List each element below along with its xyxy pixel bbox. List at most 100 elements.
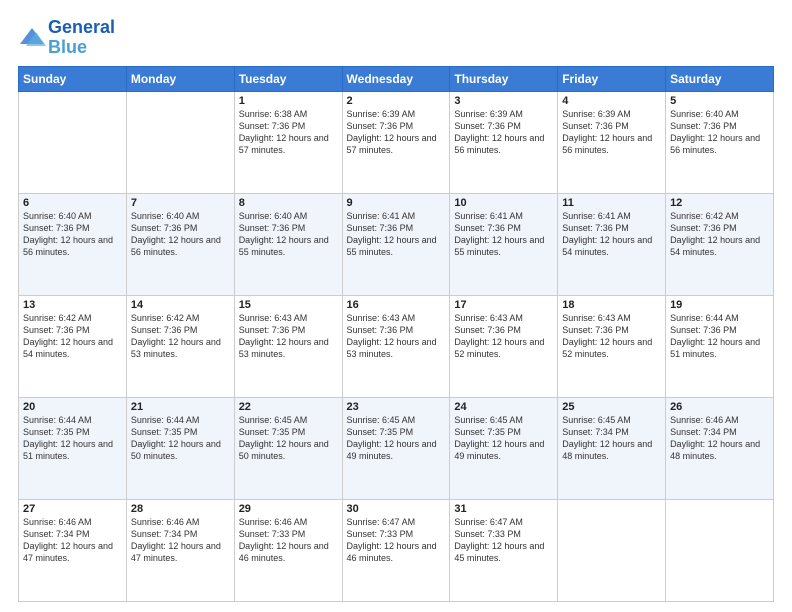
day-number: 7 bbox=[131, 197, 230, 209]
calendar-cell: 14Sunrise: 6:42 AM Sunset: 7:36 PM Dayli… bbox=[126, 295, 234, 397]
calendar-cell: 2Sunrise: 6:39 AM Sunset: 7:36 PM Daylig… bbox=[342, 91, 450, 193]
day-number: 22 bbox=[239, 401, 338, 413]
logo: General Blue bbox=[18, 18, 115, 58]
day-number: 16 bbox=[347, 299, 446, 311]
calendar-header-tuesday: Tuesday bbox=[234, 66, 342, 91]
calendar-header-saturday: Saturday bbox=[666, 66, 774, 91]
calendar-week-5: 27Sunrise: 6:46 AM Sunset: 7:34 PM Dayli… bbox=[19, 499, 774, 601]
calendar-cell: 16Sunrise: 6:43 AM Sunset: 7:36 PM Dayli… bbox=[342, 295, 450, 397]
day-number: 25 bbox=[562, 401, 661, 413]
day-info: Sunrise: 6:45 AM Sunset: 7:34 PM Dayligh… bbox=[562, 414, 661, 463]
calendar-cell: 21Sunrise: 6:44 AM Sunset: 7:35 PM Dayli… bbox=[126, 397, 234, 499]
calendar-cell: 28Sunrise: 6:46 AM Sunset: 7:34 PM Dayli… bbox=[126, 499, 234, 601]
day-info: Sunrise: 6:41 AM Sunset: 7:36 PM Dayligh… bbox=[562, 210, 661, 259]
day-info: Sunrise: 6:44 AM Sunset: 7:35 PM Dayligh… bbox=[131, 414, 230, 463]
day-info: Sunrise: 6:43 AM Sunset: 7:36 PM Dayligh… bbox=[562, 312, 661, 361]
day-info: Sunrise: 6:42 AM Sunset: 7:36 PM Dayligh… bbox=[23, 312, 122, 361]
calendar-week-3: 13Sunrise: 6:42 AM Sunset: 7:36 PM Dayli… bbox=[19, 295, 774, 397]
day-info: Sunrise: 6:44 AM Sunset: 7:36 PM Dayligh… bbox=[670, 312, 769, 361]
day-number: 3 bbox=[454, 95, 553, 107]
day-number: 31 bbox=[454, 503, 553, 515]
calendar-cell: 25Sunrise: 6:45 AM Sunset: 7:34 PM Dayli… bbox=[558, 397, 666, 499]
day-number: 19 bbox=[670, 299, 769, 311]
calendar-header-wednesday: Wednesday bbox=[342, 66, 450, 91]
day-info: Sunrise: 6:38 AM Sunset: 7:36 PM Dayligh… bbox=[239, 108, 338, 157]
calendar-cell: 23Sunrise: 6:45 AM Sunset: 7:35 PM Dayli… bbox=[342, 397, 450, 499]
day-info: Sunrise: 6:40 AM Sunset: 7:36 PM Dayligh… bbox=[131, 210, 230, 259]
day-number: 28 bbox=[131, 503, 230, 515]
day-number: 23 bbox=[347, 401, 446, 413]
day-info: Sunrise: 6:43 AM Sunset: 7:36 PM Dayligh… bbox=[347, 312, 446, 361]
day-info: Sunrise: 6:40 AM Sunset: 7:36 PM Dayligh… bbox=[23, 210, 122, 259]
day-number: 24 bbox=[454, 401, 553, 413]
day-info: Sunrise: 6:39 AM Sunset: 7:36 PM Dayligh… bbox=[562, 108, 661, 157]
day-info: Sunrise: 6:41 AM Sunset: 7:36 PM Dayligh… bbox=[454, 210, 553, 259]
calendar-cell: 5Sunrise: 6:40 AM Sunset: 7:36 PM Daylig… bbox=[666, 91, 774, 193]
calendar-cell bbox=[666, 499, 774, 601]
calendar-cell: 30Sunrise: 6:47 AM Sunset: 7:33 PM Dayli… bbox=[342, 499, 450, 601]
day-number: 1 bbox=[239, 95, 338, 107]
day-number: 12 bbox=[670, 197, 769, 209]
calendar-cell: 7Sunrise: 6:40 AM Sunset: 7:36 PM Daylig… bbox=[126, 193, 234, 295]
calendar-header-row: SundayMondayTuesdayWednesdayThursdayFrid… bbox=[19, 66, 774, 91]
day-info: Sunrise: 6:45 AM Sunset: 7:35 PM Dayligh… bbox=[347, 414, 446, 463]
day-number: 17 bbox=[454, 299, 553, 311]
day-number: 27 bbox=[23, 503, 122, 515]
logo-text: General Blue bbox=[48, 18, 115, 58]
calendar-cell: 8Sunrise: 6:40 AM Sunset: 7:36 PM Daylig… bbox=[234, 193, 342, 295]
calendar-table: SundayMondayTuesdayWednesdayThursdayFrid… bbox=[18, 66, 774, 602]
calendar-header-monday: Monday bbox=[126, 66, 234, 91]
day-info: Sunrise: 6:39 AM Sunset: 7:36 PM Dayligh… bbox=[454, 108, 553, 157]
calendar-cell: 31Sunrise: 6:47 AM Sunset: 7:33 PM Dayli… bbox=[450, 499, 558, 601]
calendar-cell: 13Sunrise: 6:42 AM Sunset: 7:36 PM Dayli… bbox=[19, 295, 127, 397]
day-number: 15 bbox=[239, 299, 338, 311]
calendar-week-2: 6Sunrise: 6:40 AM Sunset: 7:36 PM Daylig… bbox=[19, 193, 774, 295]
calendar-header-thursday: Thursday bbox=[450, 66, 558, 91]
day-number: 5 bbox=[670, 95, 769, 107]
calendar-cell bbox=[126, 91, 234, 193]
day-number: 29 bbox=[239, 503, 338, 515]
day-number: 13 bbox=[23, 299, 122, 311]
calendar-cell bbox=[19, 91, 127, 193]
calendar-cell: 18Sunrise: 6:43 AM Sunset: 7:36 PM Dayli… bbox=[558, 295, 666, 397]
logo-icon bbox=[18, 24, 46, 52]
day-info: Sunrise: 6:44 AM Sunset: 7:35 PM Dayligh… bbox=[23, 414, 122, 463]
calendar-header-sunday: Sunday bbox=[19, 66, 127, 91]
day-info: Sunrise: 6:43 AM Sunset: 7:36 PM Dayligh… bbox=[239, 312, 338, 361]
calendar-cell: 3Sunrise: 6:39 AM Sunset: 7:36 PM Daylig… bbox=[450, 91, 558, 193]
day-info: Sunrise: 6:47 AM Sunset: 7:33 PM Dayligh… bbox=[454, 516, 553, 565]
calendar-cell: 15Sunrise: 6:43 AM Sunset: 7:36 PM Dayli… bbox=[234, 295, 342, 397]
day-info: Sunrise: 6:40 AM Sunset: 7:36 PM Dayligh… bbox=[670, 108, 769, 157]
day-number: 26 bbox=[670, 401, 769, 413]
calendar-header-friday: Friday bbox=[558, 66, 666, 91]
day-number: 10 bbox=[454, 197, 553, 209]
day-number: 20 bbox=[23, 401, 122, 413]
day-info: Sunrise: 6:42 AM Sunset: 7:36 PM Dayligh… bbox=[131, 312, 230, 361]
day-number: 2 bbox=[347, 95, 446, 107]
calendar-cell: 1Sunrise: 6:38 AM Sunset: 7:36 PM Daylig… bbox=[234, 91, 342, 193]
day-info: Sunrise: 6:46 AM Sunset: 7:33 PM Dayligh… bbox=[239, 516, 338, 565]
day-info: Sunrise: 6:45 AM Sunset: 7:35 PM Dayligh… bbox=[454, 414, 553, 463]
day-info: Sunrise: 6:43 AM Sunset: 7:36 PM Dayligh… bbox=[454, 312, 553, 361]
calendar-cell bbox=[558, 499, 666, 601]
calendar-cell: 20Sunrise: 6:44 AM Sunset: 7:35 PM Dayli… bbox=[19, 397, 127, 499]
day-number: 14 bbox=[131, 299, 230, 311]
calendar-week-1: 1Sunrise: 6:38 AM Sunset: 7:36 PM Daylig… bbox=[19, 91, 774, 193]
day-info: Sunrise: 6:45 AM Sunset: 7:35 PM Dayligh… bbox=[239, 414, 338, 463]
calendar-cell: 24Sunrise: 6:45 AM Sunset: 7:35 PM Dayli… bbox=[450, 397, 558, 499]
day-info: Sunrise: 6:46 AM Sunset: 7:34 PM Dayligh… bbox=[670, 414, 769, 463]
day-info: Sunrise: 6:46 AM Sunset: 7:34 PM Dayligh… bbox=[23, 516, 122, 565]
calendar-cell: 6Sunrise: 6:40 AM Sunset: 7:36 PM Daylig… bbox=[19, 193, 127, 295]
calendar-cell: 11Sunrise: 6:41 AM Sunset: 7:36 PM Dayli… bbox=[558, 193, 666, 295]
calendar-cell: 27Sunrise: 6:46 AM Sunset: 7:34 PM Dayli… bbox=[19, 499, 127, 601]
day-info: Sunrise: 6:46 AM Sunset: 7:34 PM Dayligh… bbox=[131, 516, 230, 565]
day-info: Sunrise: 6:47 AM Sunset: 7:33 PM Dayligh… bbox=[347, 516, 446, 565]
calendar-cell: 29Sunrise: 6:46 AM Sunset: 7:33 PM Dayli… bbox=[234, 499, 342, 601]
header: General Blue bbox=[18, 18, 774, 58]
calendar-cell: 19Sunrise: 6:44 AM Sunset: 7:36 PM Dayli… bbox=[666, 295, 774, 397]
day-info: Sunrise: 6:42 AM Sunset: 7:36 PM Dayligh… bbox=[670, 210, 769, 259]
day-number: 6 bbox=[23, 197, 122, 209]
day-number: 18 bbox=[562, 299, 661, 311]
day-number: 30 bbox=[347, 503, 446, 515]
calendar-cell: 17Sunrise: 6:43 AM Sunset: 7:36 PM Dayli… bbox=[450, 295, 558, 397]
